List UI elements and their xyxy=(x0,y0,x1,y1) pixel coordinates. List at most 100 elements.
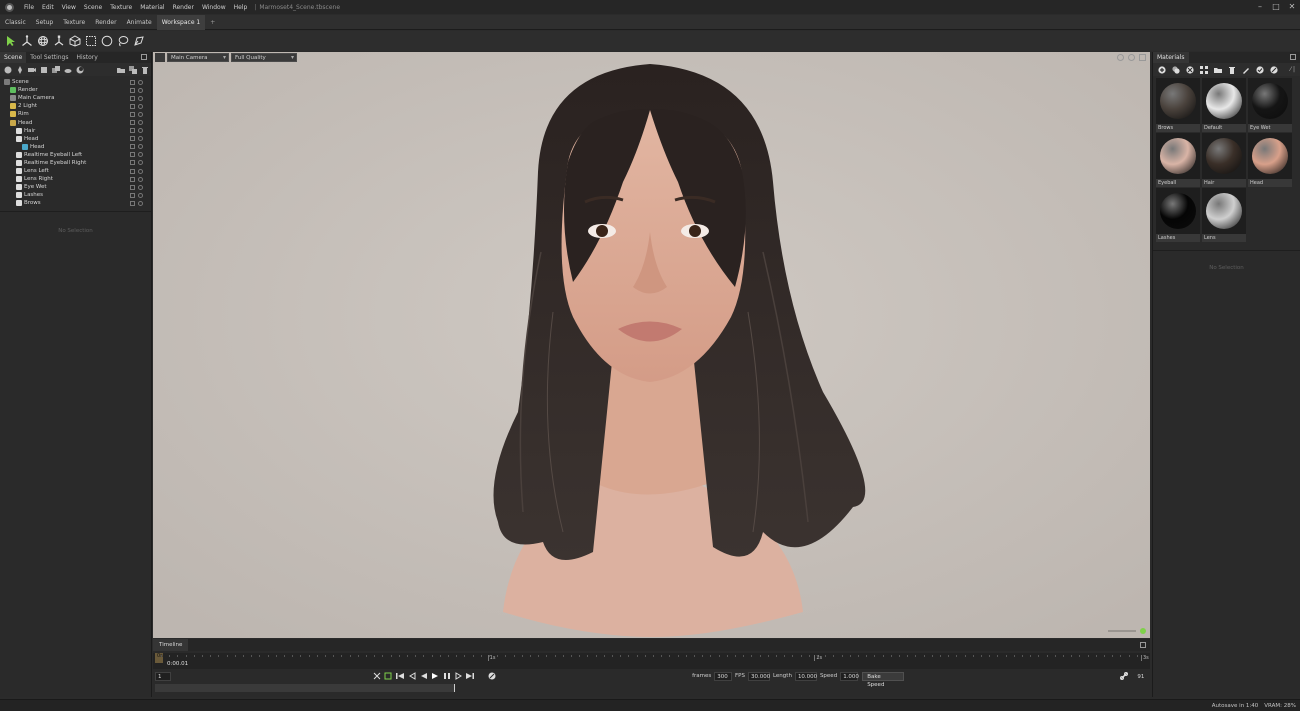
menu-window[interactable]: Window xyxy=(198,4,230,11)
folder-icon[interactable] xyxy=(1211,64,1225,75)
box-select-icon[interactable] xyxy=(83,33,99,49)
scene-tree-item[interactable]: Hair xyxy=(0,127,151,135)
visibility-icon[interactable] xyxy=(138,176,143,182)
merge-material-icon[interactable] xyxy=(1183,64,1197,75)
undock-icon[interactable] xyxy=(141,54,147,60)
viewport-settings-icon[interactable] xyxy=(1128,54,1135,61)
material-swatch[interactable]: Hair xyxy=(1202,133,1246,187)
material-swatch[interactable]: Lens xyxy=(1202,188,1246,242)
scene-tree-item[interactable]: Eye Wet xyxy=(0,183,151,191)
length-field[interactable]: 10.000 xyxy=(794,671,817,681)
maximize-icon[interactable]: □ xyxy=(1268,0,1284,14)
tab-history[interactable]: History xyxy=(72,52,101,63)
select-arrow-icon[interactable] xyxy=(3,33,19,49)
visibility-icon[interactable] xyxy=(138,152,143,158)
quality-select[interactable]: Full Quality xyxy=(231,53,297,62)
circle-select-icon[interactable] xyxy=(99,33,115,49)
visibility-icon[interactable] xyxy=(138,160,143,166)
tab-classic[interactable]: Classic xyxy=(0,15,31,30)
add-object-icon[interactable] xyxy=(38,64,50,75)
visibility-icon[interactable] xyxy=(138,128,143,134)
scene-tree-item[interactable]: 2 Light xyxy=(0,102,151,110)
viewport-slider[interactable] xyxy=(1108,630,1136,632)
menu-file[interactable]: File xyxy=(20,4,38,11)
scene-tree-item[interactable]: Lashes xyxy=(0,191,151,199)
menu-edit[interactable]: Edit xyxy=(38,4,58,11)
trash-icon[interactable] xyxy=(1225,64,1239,75)
lock-icon[interactable] xyxy=(130,136,135,142)
material-swatch[interactable]: Eyeball xyxy=(1156,133,1200,187)
frame-field[interactable]: 1 xyxy=(155,671,171,681)
new-material-icon[interactable] xyxy=(1155,64,1169,75)
cut-keys-icon[interactable] xyxy=(371,671,383,681)
scene-tree-item[interactable]: Render xyxy=(0,86,151,94)
menu-render[interactable]: Render xyxy=(169,4,198,11)
visibility-icon[interactable] xyxy=(138,95,143,101)
scale-gizmo-icon[interactable] xyxy=(51,33,67,49)
add-camera-icon[interactable] xyxy=(26,64,38,75)
speed-field[interactable]: 1.000 xyxy=(840,671,859,681)
visibility-icon[interactable] xyxy=(138,200,143,206)
lasso-icon[interactable] xyxy=(115,33,131,49)
material-swatch[interactable]: Default xyxy=(1202,78,1246,132)
tab-render[interactable]: Render xyxy=(90,15,121,30)
viewport-camera-icon[interactable] xyxy=(1117,54,1124,61)
camera-select[interactable]: Main Camera xyxy=(167,53,229,62)
lock-icon[interactable] xyxy=(130,95,135,101)
menu-help[interactable]: Help xyxy=(230,4,252,11)
scene-tree-item[interactable]: Head xyxy=(0,135,151,143)
lock-icon[interactable] xyxy=(130,184,135,190)
skip-end-icon[interactable] xyxy=(465,671,477,681)
pause-icon[interactable] xyxy=(441,671,453,681)
viewport[interactable]: Main Camera Full Quality xyxy=(153,52,1150,638)
lock-icon[interactable] xyxy=(130,120,135,126)
scene-tree-item[interactable]: Lens Right xyxy=(0,175,151,183)
menu-scene[interactable]: Scene xyxy=(80,4,106,11)
visibility-icon[interactable] xyxy=(138,136,143,142)
tab-animate[interactable]: Animate xyxy=(122,15,157,30)
lock-icon[interactable] xyxy=(130,144,135,150)
lock-icon[interactable] xyxy=(130,192,135,198)
material-swatch[interactable]: Head xyxy=(1248,133,1292,187)
lock-icon[interactable] xyxy=(130,168,135,174)
lock-icon[interactable] xyxy=(130,128,135,134)
trash-icon[interactable] xyxy=(139,64,151,75)
menu-material[interactable]: Material xyxy=(136,4,168,11)
grid-view-icon[interactable] xyxy=(1197,64,1211,75)
materials-options-icon[interactable]: ⁄ | xyxy=(1290,66,1295,73)
move-gizmo-icon[interactable] xyxy=(19,33,35,49)
visibility-icon[interactable] xyxy=(138,120,143,126)
lock-icon[interactable] xyxy=(130,79,135,85)
visibility-icon[interactable] xyxy=(138,79,143,85)
lock-icon[interactable] xyxy=(130,87,135,93)
rotate-gizmo-icon[interactable] xyxy=(35,33,51,49)
close-icon[interactable]: ✕ xyxy=(1284,0,1300,14)
lock-icon[interactable] xyxy=(130,111,135,117)
lock-icon[interactable] xyxy=(130,152,135,158)
tab-timeline[interactable]: Timeline xyxy=(153,639,189,651)
pick-material-icon[interactable] xyxy=(1239,64,1253,75)
undock-icon[interactable] xyxy=(1140,642,1146,648)
tab-scene[interactable]: Scene xyxy=(0,52,27,63)
remove-material-icon[interactable] xyxy=(1267,64,1281,75)
lock-icon[interactable] xyxy=(130,103,135,109)
tab-texture[interactable]: Texture xyxy=(58,15,90,30)
scene-tree-item[interactable]: Rim xyxy=(0,110,151,118)
tab-materials[interactable]: Materials xyxy=(1153,52,1189,63)
undock-icon[interactable] xyxy=(1290,54,1296,60)
visibility-icon[interactable] xyxy=(138,184,143,190)
menu-texture[interactable]: Texture xyxy=(106,4,136,11)
visibility-icon[interactable] xyxy=(138,87,143,93)
material-swatch[interactable]: Eye Wet xyxy=(1248,78,1292,132)
folder-icon[interactable] xyxy=(115,64,127,75)
minimize-icon[interactable]: – xyxy=(1252,0,1268,14)
timeline-ruler[interactable]: 0s 0:00.01 1s 2s 3s xyxy=(153,653,1150,669)
add-light-icon[interactable] xyxy=(14,64,26,75)
scene-tree-item[interactable]: Head xyxy=(0,118,151,126)
transform-icon[interactable] xyxy=(67,33,83,49)
bake-speed-button[interactable]: Bake Speed xyxy=(862,671,904,688)
step-forward-icon[interactable] xyxy=(453,671,465,681)
add-group-icon[interactable] xyxy=(50,64,62,75)
visibility-icon[interactable] xyxy=(138,168,143,174)
scene-tree-item[interactable]: Brows xyxy=(0,199,151,207)
